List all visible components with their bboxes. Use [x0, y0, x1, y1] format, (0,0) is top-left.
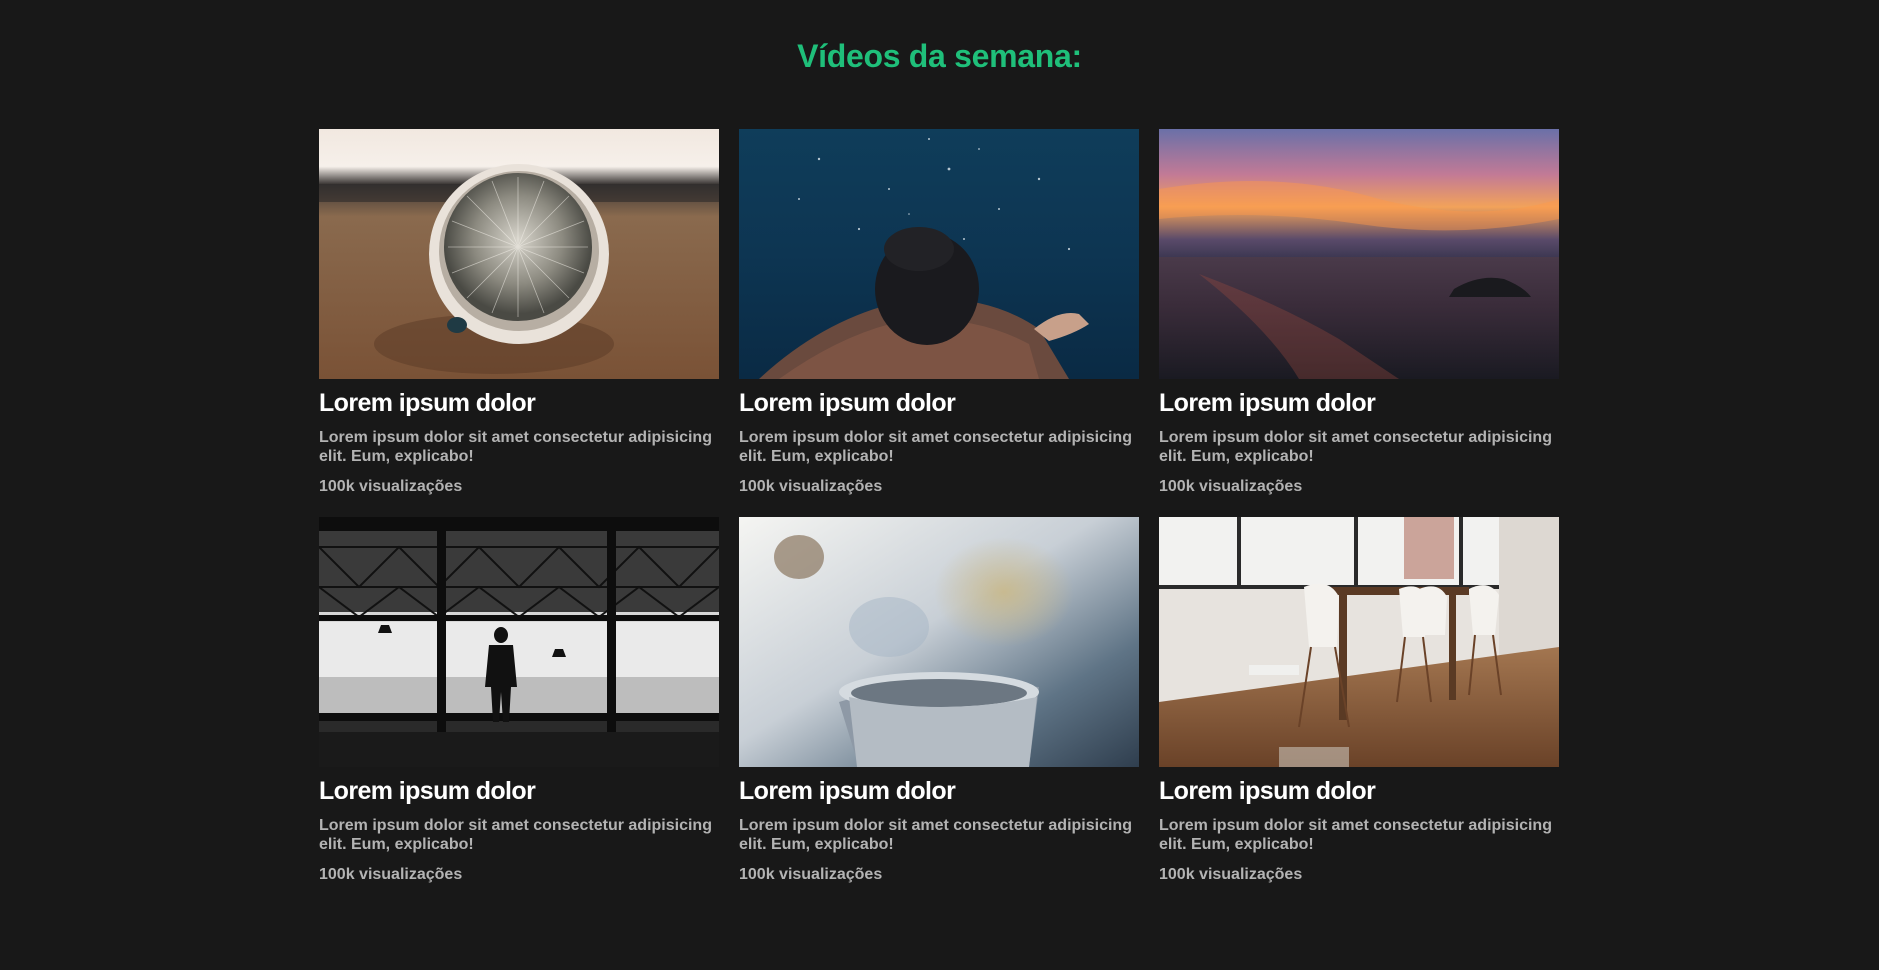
page-title: Vídeos da semana: [797, 38, 1082, 74]
video-title[interactable]: Lorem ipsum dolor [319, 776, 719, 806]
video-card[interactable]: Lorem ipsum dolor Lorem ipsum dolor sit … [1159, 129, 1559, 495]
video-thumbnail-hangar[interactable] [319, 517, 719, 767]
video-card[interactable]: Lorem ipsum dolor Lorem ipsum dolor sit … [739, 517, 1139, 883]
video-description: Lorem ipsum dolor sit amet consectetur a… [739, 817, 1132, 853]
video-views: 100k visualizações [319, 478, 463, 495]
video-views: 100k visualizações [319, 866, 463, 883]
video-views: 100k visualizações [739, 478, 883, 495]
video-description: Lorem ipsum dolor sit amet consectetur a… [319, 429, 712, 465]
video-thumbnail-dining-room[interactable] [1159, 517, 1559, 767]
video-thumbnail-swimmer[interactable] [739, 129, 1139, 379]
video-title[interactable]: Lorem ipsum dolor [739, 388, 1139, 418]
video-views: 100k visualizações [739, 866, 883, 883]
video-card[interactable]: Lorem ipsum dolor Lorem ipsum dolor sit … [319, 517, 719, 883]
video-thumbnail-mug[interactable] [739, 517, 1139, 767]
video-card[interactable]: Lorem ipsum dolor Lorem ipsum dolor sit … [319, 129, 719, 495]
video-title[interactable]: Lorem ipsum dolor [739, 776, 1139, 806]
video-thumbnail-cactus[interactable] [319, 129, 719, 379]
video-card[interactable]: Lorem ipsum dolor Lorem ipsum dolor sit … [1159, 517, 1559, 883]
video-grid: Lorem ipsum dolor Lorem ipsum dolor sit … [319, 129, 1560, 883]
video-title[interactable]: Lorem ipsum dolor [1159, 388, 1559, 418]
video-title[interactable]: Lorem ipsum dolor [1159, 776, 1559, 806]
video-views: 100k visualizações [1159, 866, 1303, 883]
video-views: 100k visualizações [1159, 478, 1303, 495]
video-description: Lorem ipsum dolor sit amet consectetur a… [1159, 429, 1552, 465]
video-title[interactable]: Lorem ipsum dolor [319, 388, 719, 418]
video-thumbnail-sunset[interactable] [1159, 129, 1559, 379]
video-description: Lorem ipsum dolor sit amet consectetur a… [319, 817, 712, 853]
video-description: Lorem ipsum dolor sit amet consectetur a… [1159, 817, 1552, 853]
video-description: Lorem ipsum dolor sit amet consectetur a… [739, 429, 1132, 465]
video-card[interactable]: Lorem ipsum dolor Lorem ipsum dolor sit … [739, 129, 1139, 495]
